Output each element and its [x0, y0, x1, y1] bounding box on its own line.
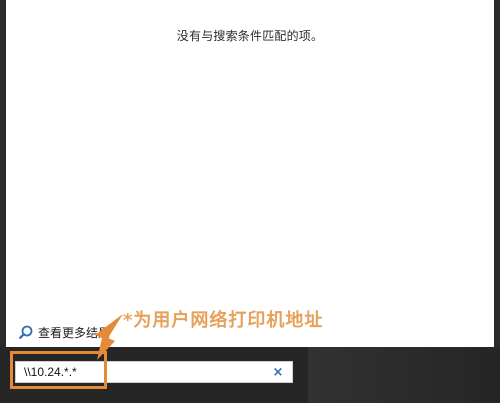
windows-start-search: 没有与搜索条件匹配的项。 查看更多结果 × *为用户网络打印机地址	[0, 0, 500, 403]
clear-search-button[interactable]: ×	[270, 364, 286, 380]
no-results-message: 没有与搜索条件匹配的项。	[176, 29, 324, 43]
taskbar-right-shadow	[308, 347, 500, 403]
close-icon: ×	[272, 364, 284, 380]
search-icon	[18, 324, 34, 340]
annotation-label: *为用户网络打印机地址	[123, 310, 324, 331]
start-search-box[interactable]: ×	[15, 361, 293, 383]
search-results-panel: 没有与搜索条件匹配的项。 查看更多结果	[6, 0, 494, 347]
search-input[interactable]	[16, 363, 264, 381]
